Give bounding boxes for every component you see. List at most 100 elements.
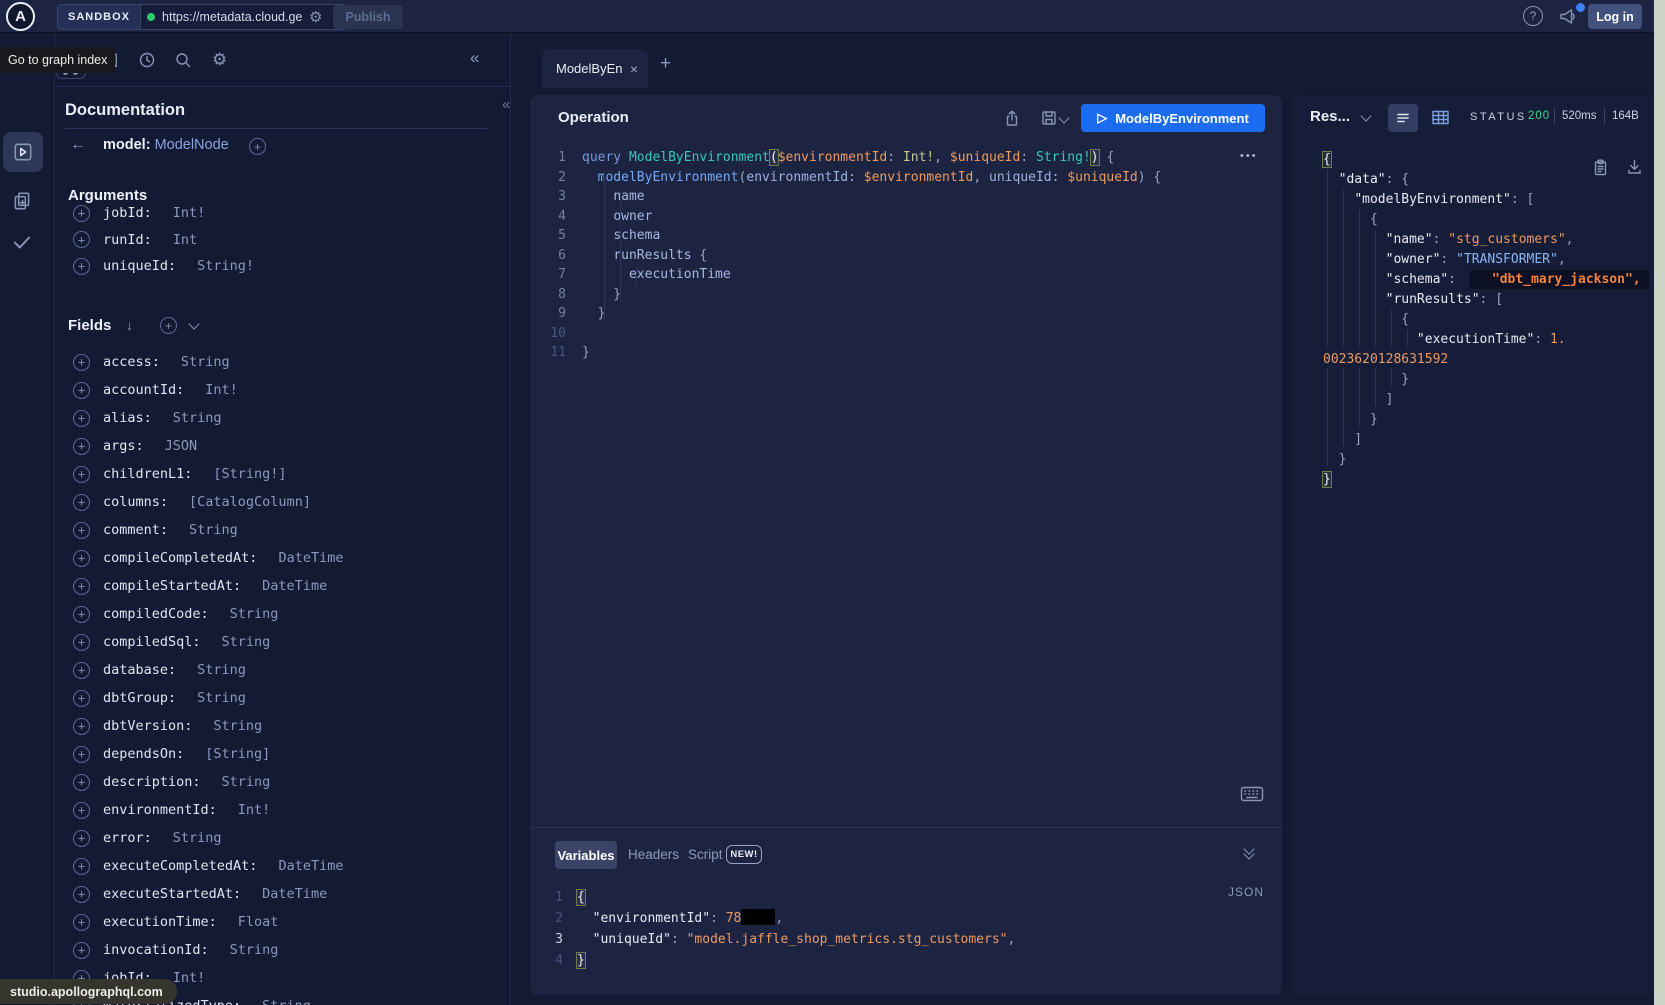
add-field-to-query-icon[interactable]: + <box>73 550 90 567</box>
collapse-variables-icon[interactable] <box>1245 845 1253 858</box>
help-icon[interactable]: ? <box>1523 6 1543 26</box>
field-row[interactable]: +childrenL1:[String!] <box>0 460 510 488</box>
response-json-view-toggle[interactable] <box>1388 104 1418 132</box>
field-row[interactable]: +compiledSql:String <box>0 628 510 656</box>
page-scrollbar[interactable] <box>1654 0 1665 1005</box>
code-line: "owner": "TRANSFORMER", <box>1294 250 1652 270</box>
add-field-to-query-icon[interactable]: + <box>73 690 90 707</box>
add-field-to-query-icon[interactable]: + <box>73 662 90 679</box>
field-row[interactable]: +columns:[CatalogColumn] <box>0 488 510 516</box>
save-operation-icon[interactable] <box>1040 109 1058 127</box>
settings-gear-icon[interactable]: ⚙ <box>212 51 227 68</box>
field-row[interactable]: +invocationId:String <box>0 936 510 964</box>
add-field-to-query-icon[interactable]: + <box>73 942 90 959</box>
argument-row[interactable]: +uniqueId:String! <box>0 253 510 280</box>
code-line: 2 modelByEnvironment(environmentId: $env… <box>530 168 1270 188</box>
add-fields-button[interactable]: + <box>160 317 177 334</box>
code-text: } <box>582 285 621 305</box>
docs-back-button[interactable]: ← <box>70 136 86 154</box>
history-icon[interactable] <box>138 51 156 69</box>
add-field-to-query-icon[interactable]: + <box>73 718 90 735</box>
field-row[interactable]: +compileStartedAt:DateTime <box>0 572 510 600</box>
field-row[interactable]: +dbtVersion:String <box>0 712 510 740</box>
search-icon[interactable] <box>174 51 192 69</box>
tab-headers[interactable]: Headers <box>628 847 679 862</box>
add-field-to-query-icon[interactable]: + <box>73 354 90 371</box>
field-row[interactable]: +dbtGroup:String <box>0 684 510 712</box>
code-line: 9 } <box>530 304 1270 324</box>
run-operation-button[interactable]: ▷ ModelByEnvironment <box>1081 104 1265 132</box>
collapse-sidebar-icon[interactable]: « <box>470 48 479 68</box>
add-field-to-query-icon[interactable]: + <box>73 466 90 483</box>
response-dropdown-icon[interactable] <box>1362 112 1370 120</box>
field-row[interactable]: +environmentId:Int! <box>0 796 510 824</box>
add-field-to-query-icon[interactable]: + <box>73 578 90 595</box>
field-row[interactable]: +executeStartedAt:DateTime <box>0 880 510 908</box>
field-row[interactable]: +accountId:Int! <box>0 376 510 404</box>
field-row[interactable]: +access:String <box>0 348 510 376</box>
argument-row[interactable]: +jobId:Int! <box>0 200 510 227</box>
response-viewer[interactable]: { "data": { "modelByEnvironment": [ { "n… <box>1294 150 1652 490</box>
add-all-fields-button[interactable]: + <box>249 138 266 155</box>
add-field-to-query-icon[interactable]: + <box>73 634 90 651</box>
publish-button[interactable]: Publish <box>333 5 403 29</box>
field-name: accountId: <box>103 382 184 398</box>
breadcrumb-type-name[interactable]: ModelNode <box>155 137 229 153</box>
field-row[interactable]: +dependsOn:[String] <box>0 740 510 768</box>
field-row[interactable]: +compiledCode:String <box>0 600 510 628</box>
add-field-to-query-icon[interactable]: + <box>73 858 90 875</box>
add-field-to-query-icon[interactable]: + <box>73 382 90 399</box>
add-field-to-query-icon[interactable]: + <box>73 258 90 275</box>
indent-guide <box>1375 368 1376 406</box>
line-number: 2 <box>530 908 577 929</box>
fields-add-caret-icon[interactable] <box>190 320 198 328</box>
add-field-to-query-icon[interactable]: + <box>73 746 90 763</box>
field-row[interactable]: +args:JSON <box>0 432 510 460</box>
field-name: executeCompletedAt: <box>103 858 257 874</box>
add-field-to-query-icon[interactable]: + <box>73 522 90 539</box>
code-line: 10 <box>530 324 1270 344</box>
close-tab-icon[interactable]: × <box>630 61 638 77</box>
field-row[interactable]: +comment:String <box>0 516 510 544</box>
add-field-to-query-icon[interactable]: + <box>73 205 90 222</box>
indent-guide <box>1391 310 1392 346</box>
endpoint-url-field[interactable]: https://metadata.cloud.get ⚙ <box>141 5 346 29</box>
response-table-view-toggle[interactable] <box>1431 109 1450 126</box>
add-field-to-query-icon[interactable]: + <box>73 438 90 455</box>
tab-script[interactable]: Script <box>688 847 723 862</box>
field-row[interactable]: +executeCompletedAt:DateTime <box>0 852 510 880</box>
sort-fields-icon[interactable]: ↓ <box>126 317 133 333</box>
new-tab-button[interactable]: + <box>660 53 671 75</box>
apollo-logo[interactable]: A <box>6 2 35 31</box>
tab-variables[interactable]: Variables <box>555 841 617 869</box>
add-field-to-query-icon[interactable]: + <box>73 774 90 791</box>
rail-explorer-button[interactable] <box>3 132 43 172</box>
collapse-panel-icon[interactable]: « <box>502 96 510 113</box>
variables-editor[interactable]: 1{2 "environmentId": 78,3 "uniqueId": "m… <box>530 887 1270 971</box>
field-row[interactable]: +database:String <box>0 656 510 684</box>
graphql-editor[interactable]: 1query ModelByEnvironment($environmentId… <box>530 148 1270 363</box>
add-field-to-query-icon[interactable]: + <box>73 886 90 903</box>
share-operation-icon[interactable] <box>1003 109 1021 128</box>
code-text: "name": "stg_customers", <box>1323 230 1573 250</box>
field-row[interactable]: +description:String <box>0 768 510 796</box>
field-row[interactable]: +alias:String <box>0 404 510 432</box>
add-field-to-query-icon[interactable]: + <box>73 830 90 847</box>
field-row[interactable]: +executionTime:Float <box>0 908 510 936</box>
connection-settings-gear-icon[interactable]: ⚙ <box>309 10 322 25</box>
add-field-to-query-icon[interactable]: + <box>73 494 90 511</box>
field-type: String <box>262 998 311 1005</box>
operation-tab[interactable]: ModelByEnvi... × <box>542 49 648 88</box>
argument-row[interactable]: +runId:Int <box>0 227 510 254</box>
add-field-to-query-icon[interactable]: + <box>73 606 90 623</box>
keyboard-shortcuts-icon[interactable] <box>1240 786 1264 802</box>
field-type: String <box>173 410 222 426</box>
add-field-to-query-icon[interactable]: + <box>73 231 90 248</box>
add-field-to-query-icon[interactable]: + <box>73 410 90 427</box>
save-options-caret-icon[interactable] <box>1060 114 1068 122</box>
field-row[interactable]: +error:String <box>0 824 510 852</box>
login-button[interactable]: Log in <box>1588 4 1642 29</box>
field-row[interactable]: +compileCompletedAt:DateTime <box>0 544 510 572</box>
add-field-to-query-icon[interactable]: + <box>73 802 90 819</box>
add-field-to-query-icon[interactable]: + <box>73 914 90 931</box>
